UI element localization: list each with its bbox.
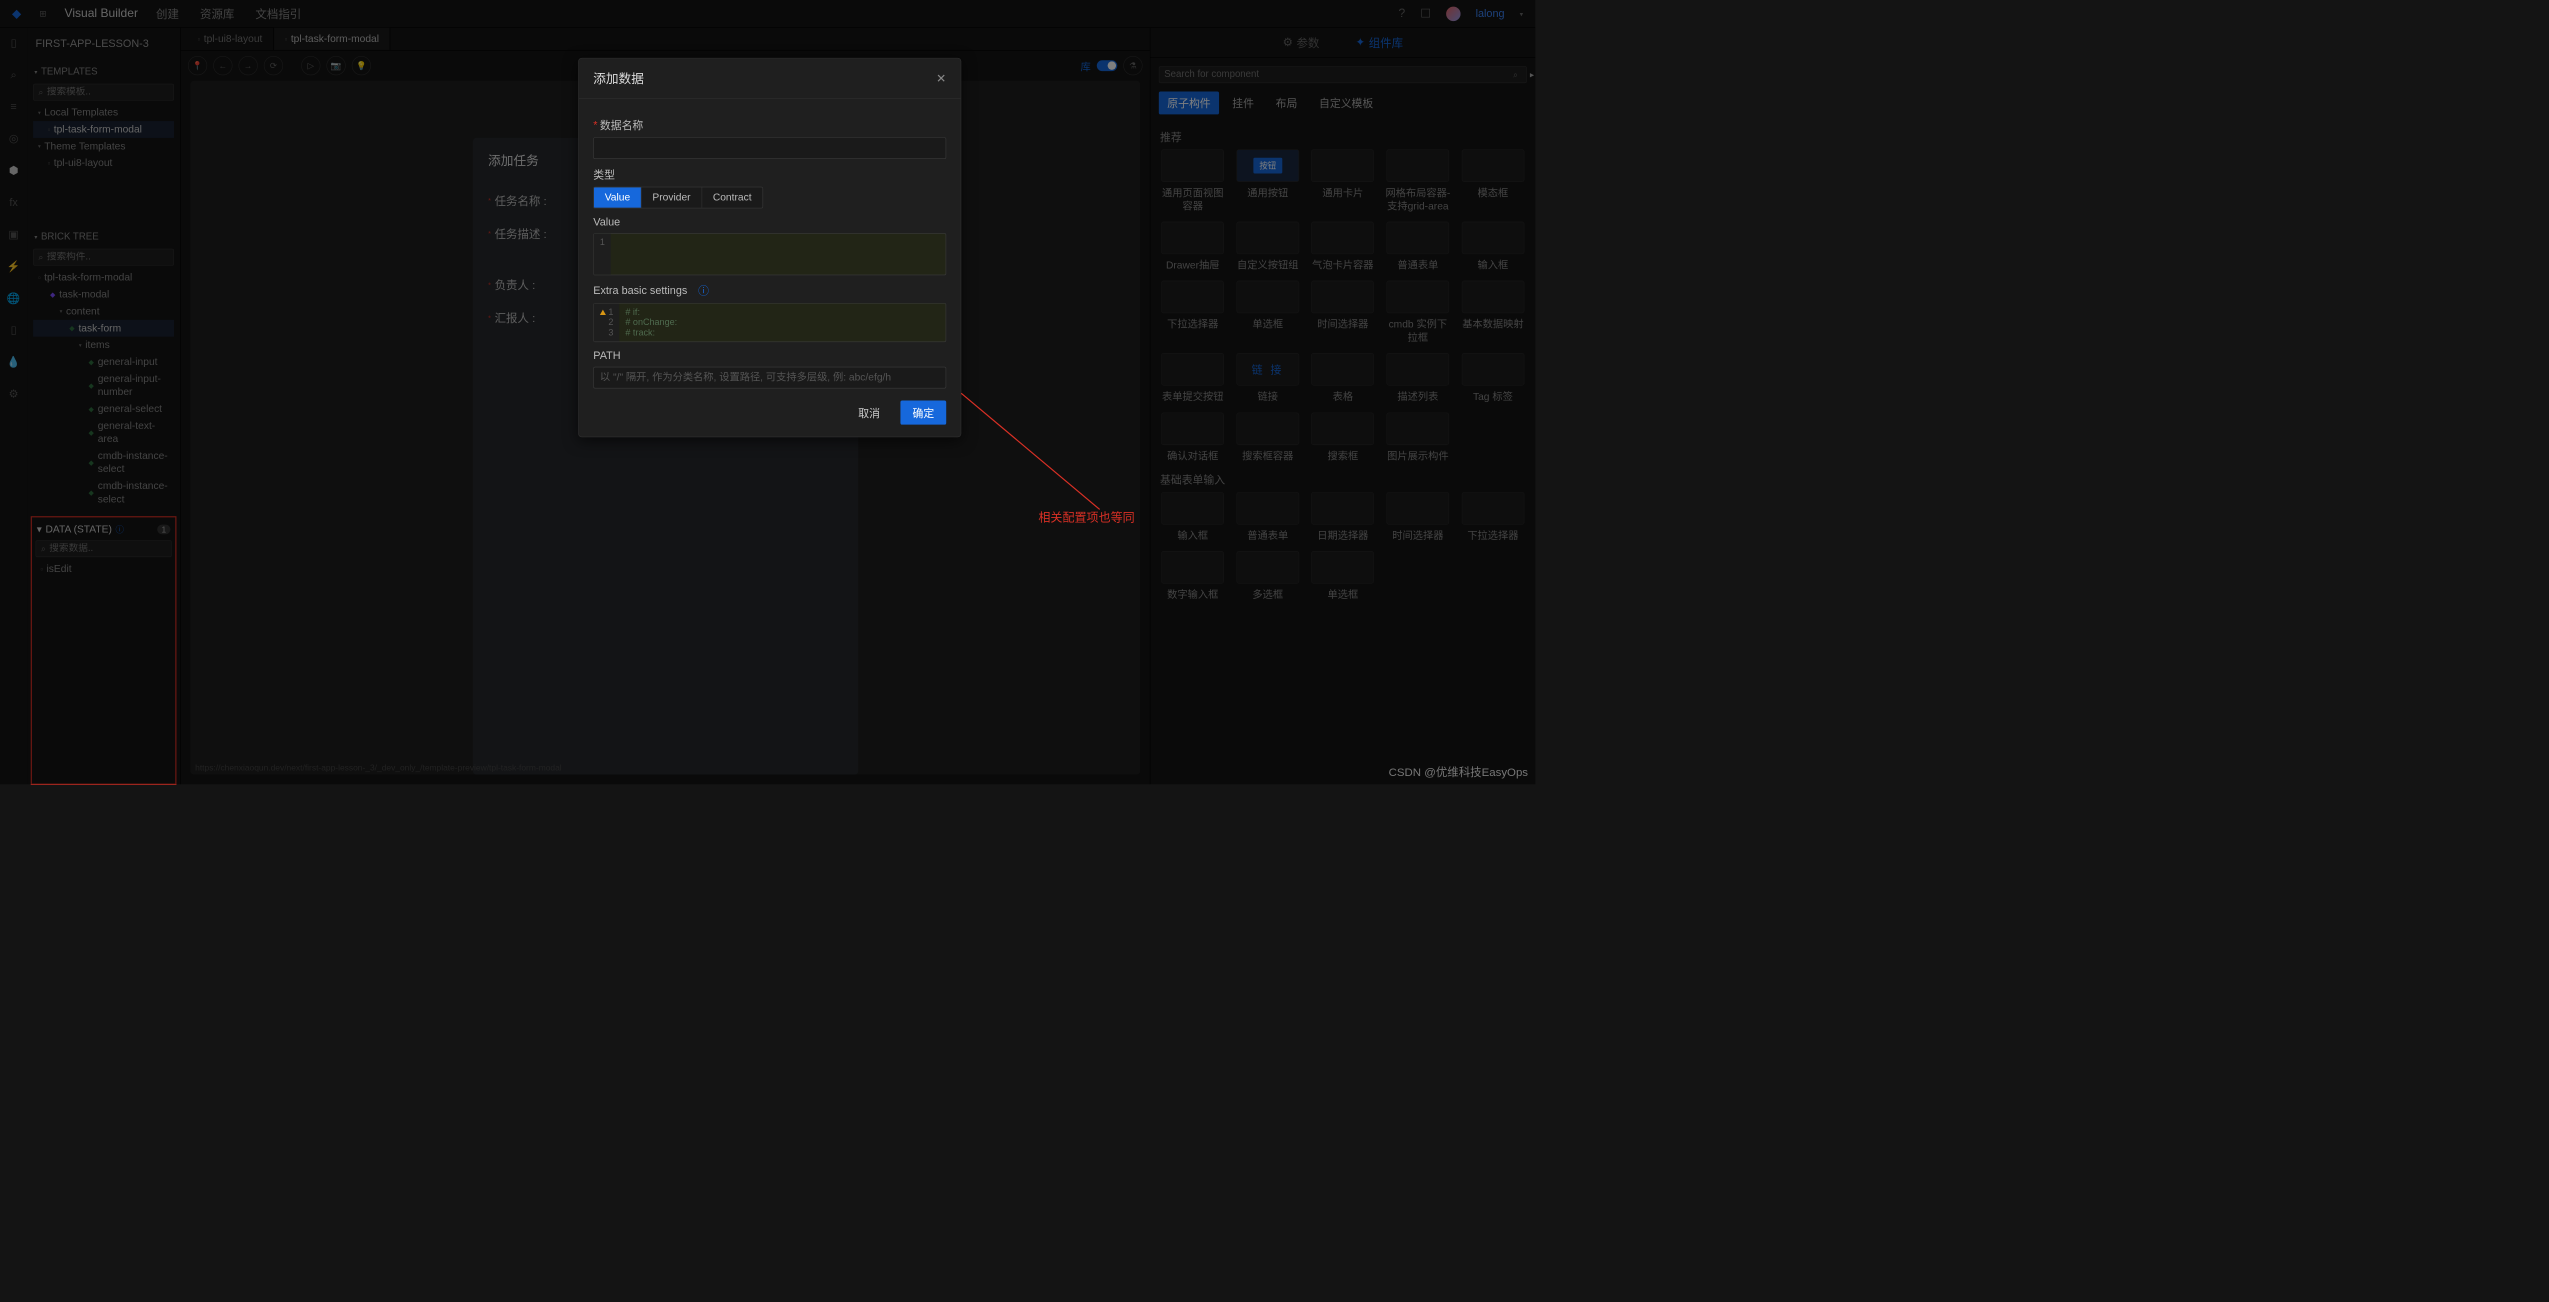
value-label: Value [593, 216, 620, 229]
collapse-right-icon[interactable]: ▸ [1530, 70, 1534, 80]
extra-label: Extra basic settings [593, 284, 687, 297]
name-input[interactable] [593, 137, 946, 159]
extra-editor[interactable]: 123 # if: # onChange: # track: [593, 303, 946, 342]
info-icon[interactable]: ⓘ [698, 282, 709, 298]
type-contract[interactable]: Contract [702, 187, 762, 207]
warning-icon [600, 310, 606, 315]
type-provider[interactable]: Provider [642, 187, 702, 207]
close-icon[interactable]: ✕ [936, 71, 946, 86]
type-label: 类型 [593, 166, 615, 182]
add-data-modal: 添加数据 ✕ *数据名称 类型 Value Provider Contract … [578, 58, 961, 437]
path-input[interactable] [593, 367, 946, 389]
ok-button[interactable]: 确定 [900, 401, 946, 425]
name-label: 数据名称 [600, 117, 643, 133]
value-editor[interactable]: 1 [593, 233, 946, 275]
annotation-text: 相关配置项也等同 [1038, 508, 1134, 525]
modal-title: 添加数据 [593, 69, 644, 87]
path-label: PATH [593, 349, 620, 362]
type-value[interactable]: Value [594, 187, 642, 207]
type-segmented: Value Provider Contract [593, 187, 763, 209]
watermark: CSDN @优维科技EasyOps [1389, 763, 1528, 779]
cancel-button[interactable]: 取消 [846, 401, 892, 425]
